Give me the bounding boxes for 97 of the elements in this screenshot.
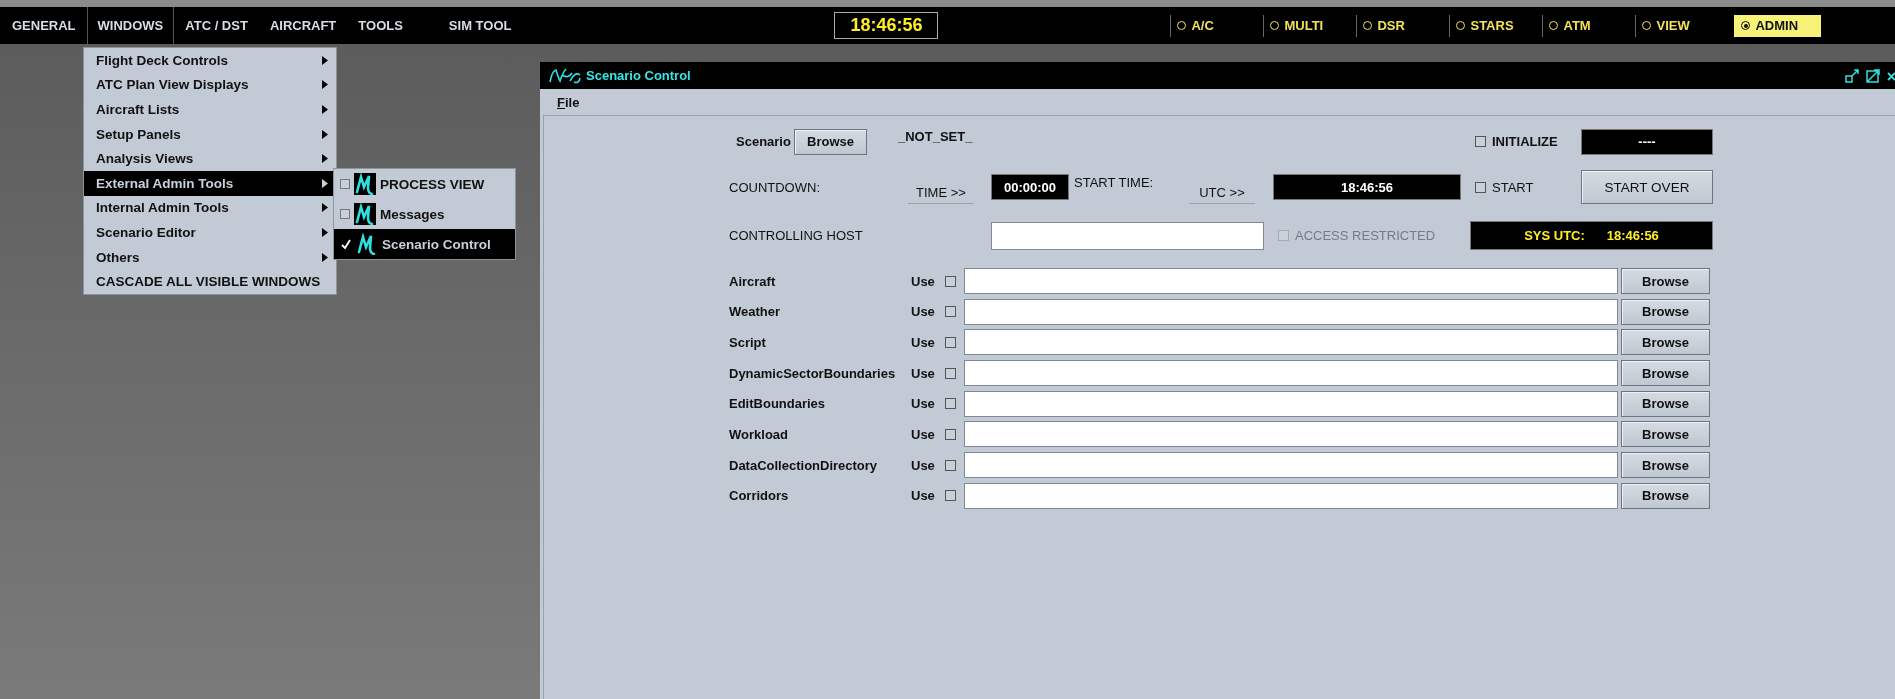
browse-button[interactable]: Browse (1621, 329, 1710, 356)
use-label: Use (911, 488, 936, 504)
host-field[interactable] (991, 221, 1264, 250)
mode-radio-button[interactable]: ADMIN (1734, 14, 1822, 37)
file-label: EditBoundaries (729, 396, 827, 412)
maximize-icon (1866, 68, 1880, 83)
file-label: Script (729, 334, 767, 350)
checkbox[interactable] (945, 336, 956, 348)
checkbox[interactable] (1475, 136, 1486, 147)
menu-item[interactable]: Flight Deck Controls (84, 48, 336, 73)
menu-item[interactable]: CASCADE ALL VISIBLE WINDOWS (84, 269, 336, 294)
restore-icon (1845, 68, 1859, 83)
file-label: Weather (729, 304, 782, 320)
mode-radio-button[interactable]: VIEW (1635, 14, 1729, 37)
time-button[interactable]: TIME >> (908, 182, 974, 204)
browse-button[interactable]: Browse (1621, 421, 1710, 448)
menu-item[interactable]: ATC / DST (174, 7, 259, 44)
menu-item[interactable]: AIRCRAFT (258, 7, 348, 44)
menu-item[interactable]: Messages (334, 199, 515, 229)
menu-item[interactable]: Aircraft Lists (84, 97, 336, 122)
browse-button[interactable]: Browse (1621, 452, 1710, 479)
menu-item[interactable]: GENERAL (0, 7, 87, 44)
use-label: Use (911, 396, 936, 412)
use-label: Use (911, 334, 936, 350)
use-label: Use (911, 457, 936, 473)
browse-button[interactable]: Browse (1621, 298, 1710, 325)
menu-item[interactable]: PROCESS VIEW (334, 169, 515, 199)
logo-icon (354, 203, 376, 225)
file-label: DynamicSectorBoundaries (729, 365, 897, 381)
close-icon (1887, 69, 1895, 82)
file-label: Aircraft (729, 273, 777, 289)
controlling-host-label: CONTROLLING HOST (729, 228, 864, 243)
checkbox[interactable] (945, 275, 956, 287)
start-time-display: 18:46:56 (1273, 174, 1461, 200)
file-label: DataCollectionDirectory (729, 457, 879, 473)
menu-item[interactable]: Scenario Editor (84, 220, 336, 245)
checkbox[interactable] (945, 459, 956, 471)
file-path-field[interactable] (964, 421, 1618, 448)
sys-utc-label: SYS UTC: (1524, 228, 1585, 243)
status-display: ---- (1581, 128, 1713, 155)
start-over-button[interactable]: START OVER (1581, 170, 1713, 204)
mode-radio-button[interactable]: DSR (1356, 14, 1450, 37)
checkbox[interactable] (945, 306, 956, 318)
menu-item[interactable]: SIM TOOL (437, 7, 523, 44)
file-label: Corridors (729, 488, 790, 504)
logo-icon (354, 173, 376, 195)
logo-icon (548, 66, 582, 85)
checkbox[interactable] (1475, 181, 1486, 193)
countdown-label: COUNTDOWN: (729, 179, 821, 195)
clock-display: 18:46:56 (834, 12, 939, 39)
checkbox-label: ACCESS RESTRICTED (1295, 228, 1436, 243)
menu-item[interactable]: ATC Plan View Displays (84, 72, 336, 98)
menu-item[interactable]: Internal Admin Tools (84, 195, 336, 221)
file-path-field[interactable] (964, 452, 1618, 479)
browse-button[interactable]: Browse (1621, 360, 1710, 387)
browse-button[interactable]: Browse (1621, 482, 1710, 509)
utc-button[interactable]: UTC >> (1189, 182, 1255, 204)
mode-radio-button[interactable]: STARS (1449, 14, 1543, 37)
checkbox[interactable] (340, 209, 350, 219)
checkbox[interactable] (340, 179, 350, 189)
file-path-field[interactable] (964, 482, 1618, 509)
sys-utc-time: 18:46:56 (1606, 228, 1659, 243)
file-label: Workload (729, 426, 789, 442)
mode-radio-button[interactable]: A/C (1170, 14, 1264, 37)
browse-button[interactable]: Browse (1621, 390, 1710, 417)
menu-item[interactable]: Scenario Control (334, 229, 515, 259)
menu-item[interactable]: External Admin Tools (84, 170, 336, 196)
menu-item[interactable]: TOOLS (347, 7, 414, 44)
file-path-field[interactable] (964, 268, 1618, 294)
start-time-label: START TIME: (1074, 175, 1155, 190)
browse-button[interactable]: Browse (1621, 268, 1710, 294)
scenario-label: Scenario (736, 134, 792, 149)
checkbox[interactable] (945, 490, 956, 502)
use-label: Use (911, 426, 936, 442)
countdown-display: 00:00:00 (991, 174, 1069, 200)
mode-radio-button[interactable]: ATM (1542, 14, 1636, 37)
menu-item[interactable]: Analysis Views (84, 146, 336, 171)
checkbox-label: START (1492, 179, 1534, 195)
mode-radio-button[interactable]: MULTI (1263, 14, 1357, 37)
menu-item[interactable]: Others (84, 244, 336, 270)
scenario-value: _NOT_SET_ (898, 129, 974, 144)
checkbox[interactable] (945, 367, 956, 379)
logo-icon (356, 233, 378, 255)
menu-item[interactable]: Setup Panels (84, 121, 336, 147)
checkbox-label: INITIALIZE (1492, 134, 1558, 149)
use-label: Use (911, 304, 936, 320)
file-path-field[interactable] (964, 298, 1618, 325)
use-label: Use (911, 365, 936, 381)
use-label: Use (911, 273, 936, 289)
file-path-field[interactable] (964, 329, 1618, 356)
menu-item[interactable]: File (557, 94, 580, 110)
file-path-field[interactable] (964, 360, 1618, 387)
checkbox[interactable] (945, 398, 956, 410)
file-path-field[interactable] (964, 390, 1618, 417)
browse-button[interactable]: Browse (794, 128, 867, 155)
window-title: Scenario Control (586, 68, 691, 83)
checkbox[interactable] (945, 428, 956, 440)
